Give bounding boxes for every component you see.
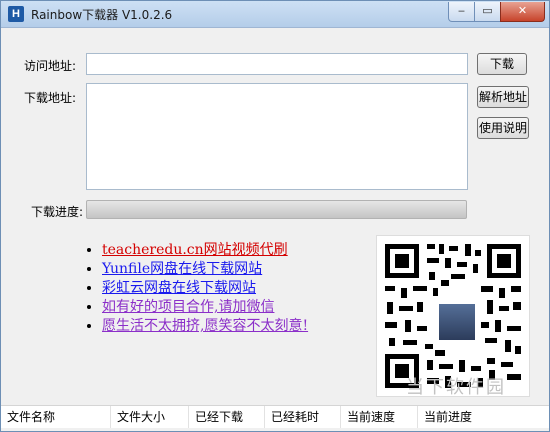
parse-address-button[interactable]: 解析地址 (477, 86, 529, 108)
download-progress-bar (86, 200, 467, 219)
promo-link-item[interactable]: 如有好的项目合作,请加微信 (102, 298, 308, 317)
minimize-button[interactable]: ‒ (448, 2, 475, 22)
column-header-elapsed[interactable]: 已经耗时 (265, 406, 341, 428)
promo-link-item[interactable]: 彩虹云网盘在线下载网站 (102, 279, 308, 298)
help-button[interactable]: 使用说明 (477, 117, 529, 139)
window-title: Rainbow下载器 V1.0.2.6 (31, 8, 173, 22)
promo-link-item[interactable]: teacheredu.cn网站视频代刷 (102, 241, 308, 260)
column-header-speed[interactable]: 当前速度 (341, 406, 418, 428)
column-header-file-name[interactable]: 文件名称 (1, 406, 111, 428)
app-window: H Rainbow下载器 V1.0.2.6 ‒ ▭ ✕ 访问地址: 下载 下载地… (0, 0, 550, 432)
promo-link-rainbow-cloud[interactable]: 彩虹云网盘在线下载网站 (102, 280, 256, 296)
progress-label: 下载进度: (31, 205, 84, 219)
maximize-button[interactable]: ▭ (474, 2, 501, 22)
title-bar[interactable]: H Rainbow下载器 V1.0.2.6 ‒ ▭ ✕ (1, 1, 549, 28)
promo-link-cooperation[interactable]: 如有好的项目合作,请加微信 (102, 299, 274, 315)
promo-link-item[interactable]: 愿生活不太拥挤,愿笑容不太刻意! (102, 317, 308, 336)
promo-link-teacheredu[interactable]: teacheredu.cn网站视频代刷 (102, 242, 288, 258)
qr-center-avatar (437, 302, 477, 342)
promo-link-yunfile[interactable]: Yunfile网盘在线下载网站 (102, 261, 262, 277)
url-label: 访问地址: (24, 59, 77, 73)
column-header-downloaded[interactable]: 已经下载 (189, 406, 265, 428)
download-address-textarea[interactable] (86, 83, 468, 190)
column-header-file-size[interactable]: 文件大小 (111, 406, 189, 428)
promo-links: teacheredu.cn网站视频代刷 Yunfile网盘在线下载网站 彩虹云网… (88, 241, 308, 336)
promo-link-item[interactable]: Yunfile网盘在线下载网站 (102, 260, 308, 279)
download-table-header: 文件名称 文件大小 已经下载 已经耗时 当前速度 当前进度 (1, 405, 549, 428)
download-address-label: 下载地址: (24, 91, 77, 105)
download-button[interactable]: 下载 (477, 53, 527, 75)
close-button[interactable]: ✕ (500, 2, 545, 22)
watermark-text: 当下软件园 (406, 377, 506, 398)
promo-link-motto[interactable]: 愿生活不太拥挤,愿笑容不太刻意! (102, 318, 308, 334)
column-header-progress[interactable]: 当前进度 (418, 406, 549, 428)
app-icon: H (8, 6, 24, 22)
url-input[interactable] (86, 53, 468, 75)
